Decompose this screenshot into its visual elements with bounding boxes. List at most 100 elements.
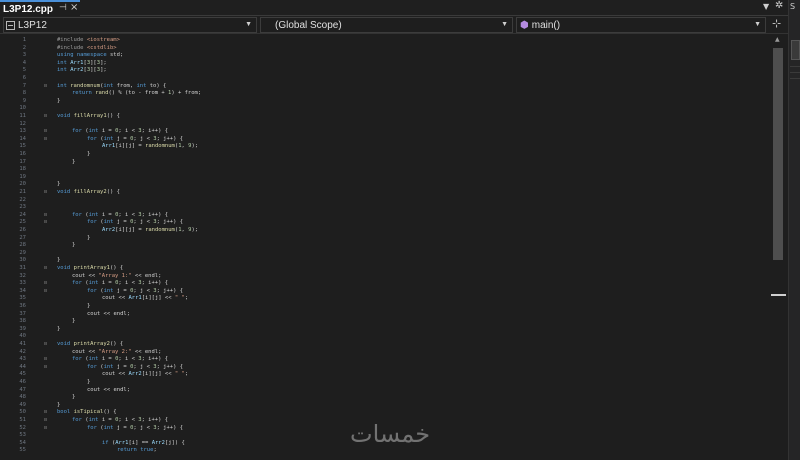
pin-icon[interactable]: ⊣	[59, 3, 67, 13]
code-line[interactable]: 5 int Arr2[3][3];	[0, 67, 770, 73]
code-line[interactable]: 18	[0, 166, 770, 172]
fold-toggle-icon[interactable]: ⊟	[44, 212, 47, 218]
code-line[interactable]: 44 ⊟ for (int j = 0; j < 3; j++) {	[0, 364, 770, 370]
fold-toggle-icon[interactable]: ⊟	[44, 356, 47, 362]
code-token: Arr1	[128, 295, 142, 302]
code-line[interactable]: 50 ⊟ bool isTipical() {	[0, 409, 770, 415]
code-editor[interactable]: 1 #include <iostream> 2 #include <cstdlib> 3…	[0, 35, 770, 460]
project-dropdown[interactable]: L3P12 ▼	[3, 17, 257, 33]
code-line[interactable]: 23	[0, 204, 770, 210]
code-line[interactable]: 36}	[0, 303, 770, 309]
code-token: j =	[116, 363, 131, 370]
code-line[interactable]: 20}	[0, 181, 770, 187]
line-number: 55	[19, 447, 26, 454]
code-line[interactable]: 13 ⊟ for (int i = 0; i < 3; i++) {	[0, 128, 770, 134]
code-line[interactable]: 6	[0, 75, 770, 81]
code-token: for	[87, 424, 101, 431]
code-line[interactable]: 12	[0, 121, 770, 127]
fold-toggle-icon[interactable]: ⊟	[44, 128, 47, 134]
code-line[interactable]: 47 cout << endl;	[0, 387, 770, 393]
code-line[interactable]: 48}	[0, 394, 770, 400]
fold-toggle-icon[interactable]: ⊟	[44, 83, 47, 89]
code-line[interactable]: 42 cout << "Array 2:" << endl;	[0, 349, 770, 355]
line-number: 28	[19, 242, 26, 249]
code-line[interactable]: 49}	[0, 402, 770, 408]
code-line[interactable]: 41 ⊟ void printArray2() {	[0, 341, 770, 347]
code-line[interactable]: 28}	[0, 242, 770, 248]
code-line[interactable]: 30}	[0, 257, 770, 263]
code-token: int	[103, 219, 117, 226]
code-token: ];	[100, 67, 107, 74]
code-line[interactable]: 46}	[0, 379, 770, 385]
code-line[interactable]: 45 cout << Arr2[i][j] << " ";	[0, 371, 770, 377]
fold-toggle-icon[interactable]: ⊟	[44, 189, 47, 195]
code-line[interactable]: 8 return rand() % (to - from + 1) + from;	[0, 90, 770, 96]
code-line[interactable]: 7 ⊟ int randomnum(int from, int to) {	[0, 83, 770, 89]
code-line[interactable]: 11 ⊟ void fillArray1() {	[0, 113, 770, 119]
fold-toggle-icon[interactable]: ⊟	[44, 219, 47, 225]
gear-icon[interactable]: ✲	[775, 0, 783, 11]
line-number: 38	[19, 318, 26, 325]
document-tab[interactable]: L3P12.cpp ⊣ ×	[0, 0, 80, 16]
code-token: << endl;	[131, 272, 162, 279]
code-line[interactable]: 34 ⊟ for (int j = 0; j < 3; j++) {	[0, 288, 770, 294]
code-line[interactable]: 22	[0, 197, 770, 203]
code-line[interactable]: 15 Arr1[i][j] = randomnum(1, 9);	[0, 143, 770, 149]
fold-toggle-icon[interactable]: ⊟	[44, 113, 47, 119]
fold-toggle-icon[interactable]: ⊟	[44, 288, 47, 294]
split-editor-icon[interactable]: ⊹	[772, 17, 781, 30]
fold-toggle-icon[interactable]: ⊟	[44, 341, 47, 347]
scrollbar-thumb[interactable]	[773, 48, 783, 260]
code-line[interactable]: 21 ⊟ void fillArray2() {	[0, 189, 770, 195]
code-line[interactable]: 14 ⊟ for (int j = 0; j < 3; j++) {	[0, 136, 770, 142]
fold-toggle-icon[interactable]: ⊟	[44, 364, 47, 370]
code-line[interactable]: 3 using namespace std;	[0, 52, 770, 58]
code-line[interactable]: 38}	[0, 318, 770, 324]
code-line[interactable]: 24 ⊟ for (int i = 0; i < 3; i++) {	[0, 212, 770, 218]
code-line[interactable]: 31 ⊟ void printArray1() {	[0, 265, 770, 271]
scope-dropdown[interactable]: (Global Scope) ▼	[260, 17, 513, 33]
code-line[interactable]: 19	[0, 174, 770, 180]
code-line[interactable]: 33 ⊟ for (int i = 0; i < 3; i++) {	[0, 280, 770, 286]
code-line[interactable]: 40	[0, 333, 770, 339]
code-line[interactable]: 9}	[0, 98, 770, 104]
member-dropdown[interactable]: ⬢ main() ▼	[516, 17, 766, 33]
code-text: using namespace std;	[57, 52, 123, 58]
line-number: 22	[19, 196, 26, 203]
fold-toggle-icon[interactable]: ⊟	[44, 425, 47, 431]
code-line[interactable]: 29	[0, 250, 770, 256]
code-line[interactable]: 1 #include <iostream>	[0, 37, 770, 43]
code-token: i =	[101, 417, 116, 423]
code-line[interactable]: 43 ⊟ for (int i = 0; i < 3; i++) {	[0, 356, 770, 362]
code-line[interactable]: 39}	[0, 326, 770, 332]
code-line[interactable]: 37 cout << endl;	[0, 311, 770, 317]
fold-toggle-icon[interactable]: ⊟	[44, 280, 47, 286]
code-token: randomnum	[145, 143, 175, 150]
fold-toggle-icon[interactable]: ⊟	[44, 265, 47, 271]
fold-toggle-icon[interactable]: ⊟	[44, 409, 47, 415]
code-line[interactable]: 10	[0, 105, 770, 111]
code-line[interactable]: 27}	[0, 235, 770, 241]
code-line[interactable]: 32 cout << "Array 1:" << endl;	[0, 273, 770, 279]
code-text: return true;	[117, 447, 157, 453]
tab-list-dropdown-icon[interactable]: ▼	[763, 2, 769, 11]
code-token: int	[57, 67, 71, 74]
code-text: Arr2[i][j] = randomnum(1, 9);	[102, 227, 198, 233]
code-token: () {	[106, 113, 120, 119]
code-token: }	[72, 158, 76, 165]
close-icon[interactable]: ×	[70, 2, 78, 13]
code-line[interactable]: 35 cout << Arr1[i][j] << " ";	[0, 295, 770, 301]
vertical-scrollbar[interactable]: ▲	[770, 35, 788, 460]
code-token: int	[103, 424, 117, 431]
code-line[interactable]: 4 int Arr1[3][3];	[0, 60, 770, 66]
code-line[interactable]: 16}	[0, 151, 770, 157]
fold-toggle-icon[interactable]: ⊟	[44, 136, 47, 142]
scroll-up-arrow-icon[interactable]: ▲	[775, 36, 780, 43]
code-line[interactable]: 55 return true;	[0, 447, 770, 453]
code-line[interactable]: 17}	[0, 159, 770, 165]
solution-explorer-strip[interactable]: S	[788, 0, 800, 460]
code-line[interactable]: 2 #include <cstdlib>	[0, 45, 770, 51]
code-line[interactable]: 26 Arr2[i][j] = randomnum(1, 9);	[0, 227, 770, 233]
fold-toggle-icon[interactable]: ⊟	[44, 417, 47, 423]
code-line[interactable]: 25 ⊟ for (int j = 0; j < 3; j++) {	[0, 219, 770, 225]
